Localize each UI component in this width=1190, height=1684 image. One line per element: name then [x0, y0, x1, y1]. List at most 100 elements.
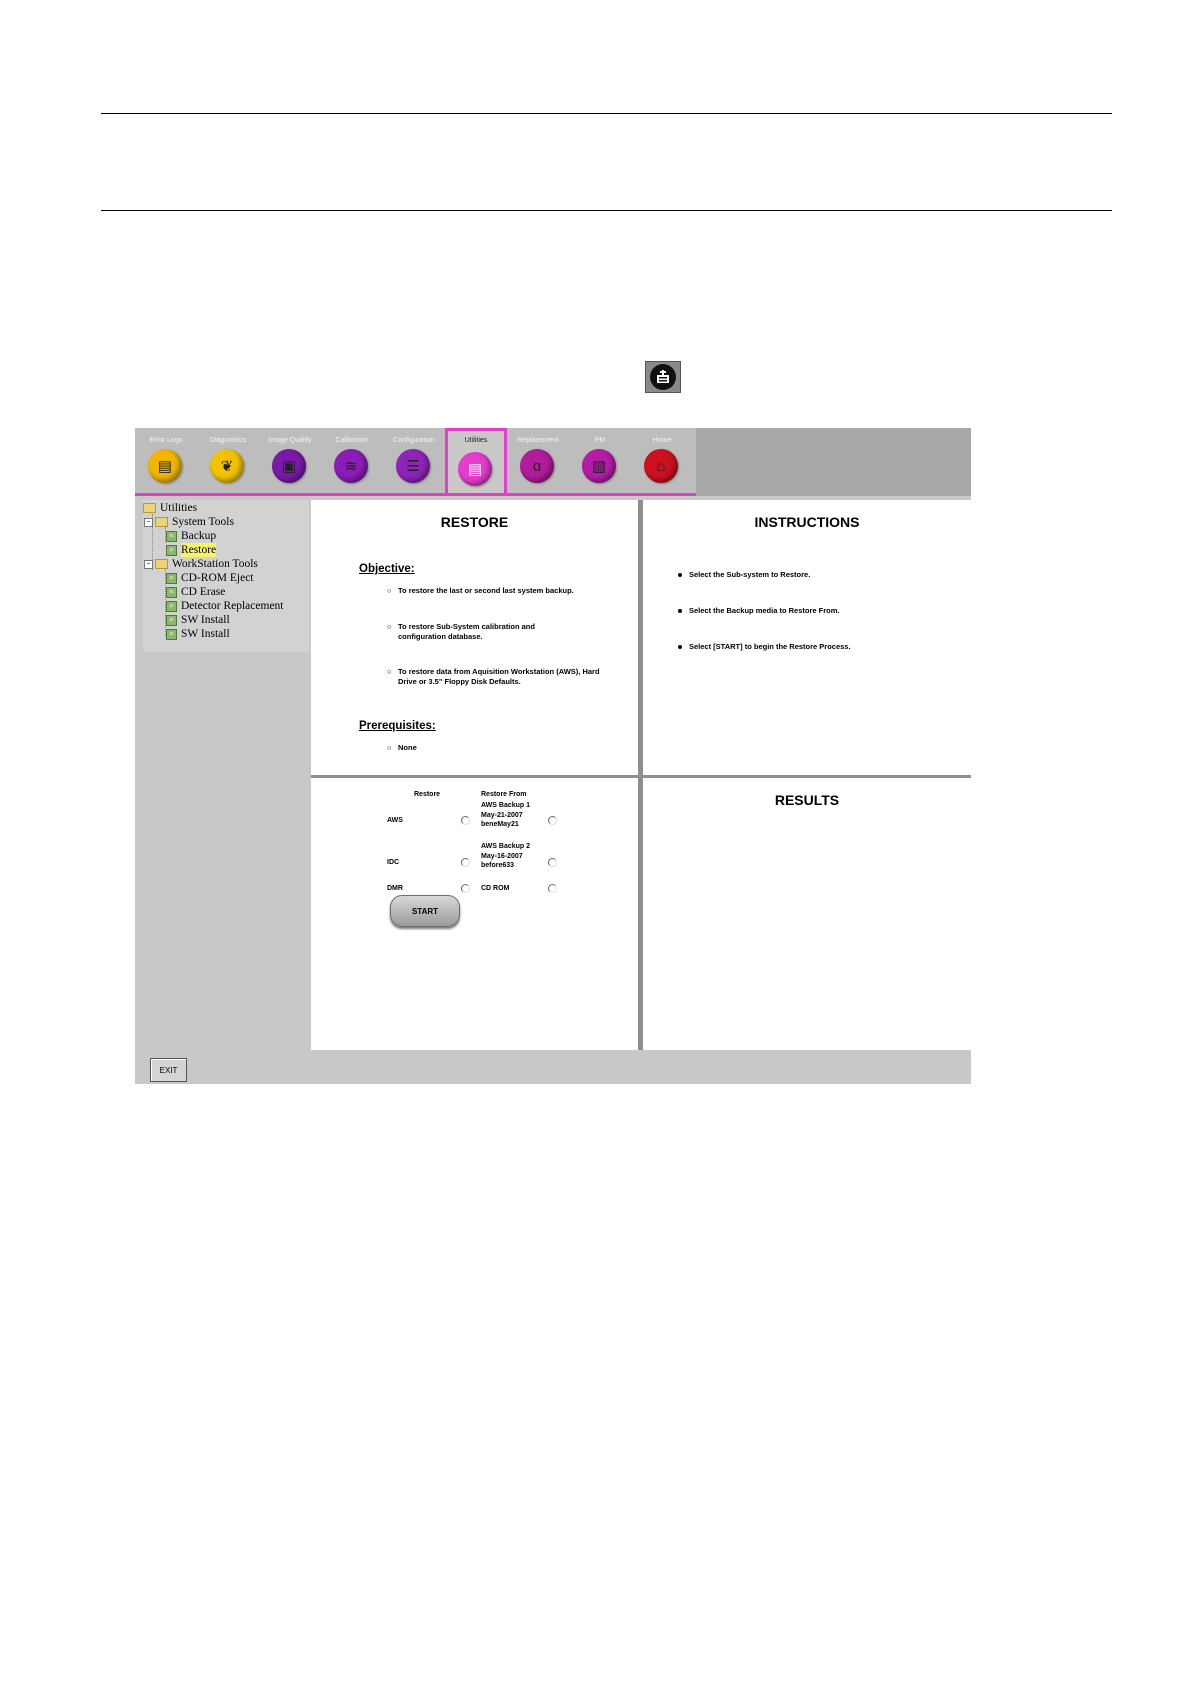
panel-title: RESTORE: [440, 514, 509, 530]
source-label-backup-2: AWS Backup 2 May-16-2007 before633: [481, 843, 531, 869]
objective-item: ○ To restore the last or second last syst…: [387, 586, 574, 595]
subsystem-label-dmr: DMR: [387, 885, 403, 892]
tab-label: Diagnostics: [209, 437, 247, 444]
source-label-backup-1: AWS Backup 1 May-21-2007 beneMay21: [481, 802, 531, 828]
objective-item: ○ To restore data from Aquisition Worksta…: [387, 667, 600, 686]
objective-item: ○ To restore Sub-System calibration and c…: [387, 622, 535, 641]
prerequisites-heading: Prerequisites:: [359, 720, 436, 732]
home-icon: ⌂: [644, 449, 678, 483]
tab-home[interactable]: Home ⌂: [631, 428, 693, 493]
tool-icon: ≡: [166, 586, 177, 598]
tree-item-label: Utilities: [160, 502, 198, 514]
instructions-panel: INSTRUCTIONS Select the Sub-system to Re…: [643, 500, 971, 775]
restore-from-column-header: Restore From: [481, 791, 527, 798]
subsystem-label-aws: AWS: [387, 817, 403, 824]
tree-item-backup[interactable]: ≡ Backup: [166, 529, 216, 543]
tab-label: Calibration: [335, 437, 369, 444]
bullet-icon: [678, 608, 682, 613]
tool-icon: ≡: [166, 544, 177, 556]
tree-item-label: Detector Replacement: [181, 600, 284, 612]
tree-item-cdrom-eject[interactable]: ≡ CD-ROM Eject: [166, 571, 254, 585]
tab-error-logs[interactable]: Error Logs ▤: [135, 428, 197, 493]
tab-replacement[interactable]: Replacement ɑ: [507, 428, 569, 493]
tab-label: Error Logs: [149, 437, 183, 444]
restore-form-panel: Restore Restore From AWS AWS Backup 1 May…: [311, 778, 638, 1050]
tab-bar: Error Logs ▤ Diagnostics ❦ Image Quality ▣ Cal…: [135, 428, 696, 496]
bullet-icon: [678, 572, 682, 577]
tree-item-label: WorkStation Tools: [172, 558, 258, 570]
tool-icon: ≡: [166, 530, 177, 542]
tab-label: PM: [594, 437, 606, 444]
tab-diagnostics[interactable]: Diagnostics ❦: [197, 428, 259, 493]
folder-icon: [155, 517, 168, 527]
restore-column-header: Restore: [414, 791, 441, 798]
tree-item-label: SW Install: [181, 614, 230, 626]
tree-item-label: SW Install: [181, 628, 230, 640]
instruction-item: Select the Backup media to Restore From.: [678, 606, 839, 615]
folder-icon: [143, 503, 156, 513]
tab-configuration[interactable]: Configuration ☰: [383, 428, 445, 493]
subsystem-radio-idc[interactable]: [461, 858, 470, 867]
start-button[interactable]: START: [390, 895, 460, 927]
tab-pm[interactable]: PM ▧: [569, 428, 631, 493]
restore-panel: RESTORE Objective: ○ To restore the last …: [311, 500, 638, 775]
panel-title: RESULTS: [774, 792, 840, 808]
tree-item-sw-install[interactable]: ≡ SW Install: [166, 613, 230, 627]
service-app-window: Error Logs ▤ Diagnostics ❦ Image Quality ▣ Cal…: [135, 428, 971, 1084]
tree-item-workstation-tools[interactable]: − WorkStation Tools: [144, 557, 258, 571]
objective-heading: Objective:: [359, 563, 415, 575]
bullet-icon: [678, 644, 682, 649]
source-radio-cd-rom[interactable]: [548, 884, 557, 893]
calibration-icon: ≋: [334, 449, 368, 483]
configuration-icon: ☰: [396, 449, 430, 483]
tab-label: Utilities: [464, 437, 488, 444]
exit-button[interactable]: EXIT: [150, 1058, 187, 1082]
navigation-tree: Utilities − System Tools ≡ Backup ≡ Rest…: [143, 500, 309, 652]
pm-icon: ▧: [582, 449, 616, 483]
instruction-item: Select [START] to begin the Restore Proc…: [678, 642, 851, 651]
prerequisite-item: ○ None: [387, 743, 417, 752]
tree-item-label: Restore: [181, 543, 217, 557]
tree-item-label: CD-ROM Eject: [181, 572, 254, 584]
source-radio-backup-1[interactable]: [548, 816, 557, 825]
tab-label: Configuration: [393, 437, 435, 444]
tree-item-detector-replacement[interactable]: ≡ Detector Replacement: [166, 599, 284, 613]
folder-icon: [155, 559, 168, 569]
tool-icon: ≡: [166, 614, 177, 626]
source-radio-backup-2[interactable]: [548, 858, 557, 867]
utilities-inline-icon: [645, 361, 681, 393]
tool-icon: ≡: [166, 572, 177, 584]
replacement-icon: ɑ: [520, 449, 554, 483]
tab-image-quality[interactable]: Image Quality ▣: [259, 428, 321, 493]
utilities-icon: ▤: [458, 452, 492, 486]
header-rule-bottom: [101, 210, 1112, 211]
tree-item-utilities[interactable]: Utilities: [143, 501, 197, 515]
subsystem-radio-aws[interactable]: [461, 816, 470, 825]
image-quality-icon: ▣: [272, 449, 306, 483]
tab-label: Replacement: [517, 437, 559, 444]
tree-item-sw-install[interactable]: ≡ SW Install: [166, 627, 230, 641]
source-label-cd-rom: CD ROM: [481, 885, 510, 892]
tab-label: Home: [652, 437, 672, 444]
instruction-item: Select the Sub-system to Restore.: [678, 570, 810, 579]
results-panel: RESULTS: [643, 778, 971, 1050]
tab-calibration[interactable]: Calibration ≋: [321, 428, 383, 493]
collapse-icon[interactable]: −: [144, 559, 153, 569]
tool-icon: ≡: [166, 628, 177, 640]
error-logs-icon: ▤: [148, 449, 182, 483]
tree-item-label: CD Erase: [181, 586, 226, 598]
tree-item-system-tools[interactable]: − System Tools: [144, 515, 234, 529]
diagnostics-icon: ❦: [210, 449, 244, 483]
tree-item-label: Backup: [181, 530, 217, 542]
tab-label: Image Quality: [268, 437, 312, 444]
subsystem-radio-dmr[interactable]: [461, 884, 470, 893]
toolbar: Error Logs ▤ Diagnostics ❦ Image Quality ▣ Cal…: [135, 428, 971, 496]
panel-title: INSTRUCTIONS: [754, 514, 860, 530]
collapse-icon[interactable]: −: [144, 517, 153, 527]
tree-item-restore[interactable]: ≡ Restore: [166, 543, 217, 557]
tab-utilities[interactable]: Utilities ▤: [445, 428, 507, 493]
tree-item-label: System Tools: [172, 516, 234, 528]
tree-item-cd-erase[interactable]: ≡ CD Erase: [166, 585, 225, 599]
subsystem-label-idc: IDC: [387, 859, 400, 866]
tool-icon: ≡: [166, 600, 177, 612]
